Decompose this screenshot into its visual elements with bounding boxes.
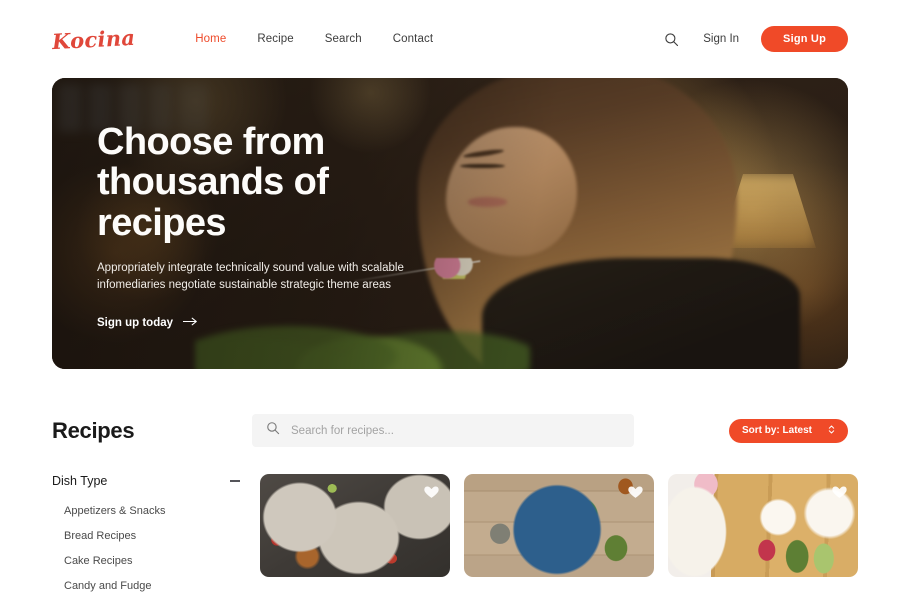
recipe-card-grid xyxy=(256,474,858,605)
recipes-section: Recipes Sort by: Latest Dish Type xyxy=(0,414,900,605)
heart-icon[interactable] xyxy=(423,483,440,500)
filter-group-title: Dish Type xyxy=(52,474,108,488)
sort-dropdown-button[interactable]: Sort by: Latest xyxy=(728,418,848,443)
nav-item-contact[interactable]: Contact xyxy=(393,33,433,45)
minus-icon[interactable] xyxy=(230,480,240,482)
page-title: Recipes xyxy=(52,417,135,443)
recipe-card-image xyxy=(260,474,450,577)
filter-item-appetizers-and-snacks[interactable]: Appetizers & Snacks xyxy=(52,505,256,517)
chevron-updown-icon xyxy=(828,424,835,438)
nav-item-search[interactable]: Search xyxy=(325,33,362,45)
sign-in-link[interactable]: Sign In xyxy=(703,33,739,45)
site-header: Kocina Home Recipe Search Contact Sign I… xyxy=(0,0,900,78)
hero-cta-link[interactable]: Sign up today xyxy=(97,317,198,329)
recipe-card[interactable] xyxy=(668,474,858,577)
filter-group-dish-type[interactable]: Dish Type xyxy=(52,474,256,488)
filter-item-candy-and-fudge[interactable]: Candy and Fudge xyxy=(52,580,256,592)
heart-icon[interactable] xyxy=(627,483,644,500)
filter-item-bread-recipes[interactable]: Bread Recipes xyxy=(52,530,256,542)
sort-label: Sort by: Latest xyxy=(741,425,812,436)
hero-title: Choose from thousands of recipes xyxy=(97,121,329,244)
recipe-card-image xyxy=(464,474,654,577)
main-nav: Home Recipe Search Contact xyxy=(195,33,433,45)
hero-cta-label: Sign up today xyxy=(97,316,174,329)
recipes-body: Dish Type Appetizers & Snacks Bread Reci… xyxy=(52,474,858,605)
recipe-search-bar[interactable] xyxy=(252,414,634,447)
filter-options-list: Appetizers & Snacks Bread Recipes Cake R… xyxy=(52,505,256,592)
hero-subtitle: Appropriately integrate technically soun… xyxy=(97,261,404,292)
sign-up-button[interactable]: Sign Up xyxy=(761,26,848,52)
search-icon[interactable] xyxy=(661,29,681,49)
recipes-toolbar: Recipes Sort by: Latest xyxy=(52,414,848,447)
header-actions: Sign In Sign Up xyxy=(661,26,848,52)
search-input[interactable] xyxy=(291,424,620,437)
arrow-right-icon xyxy=(182,317,198,329)
recipe-card[interactable] xyxy=(260,474,450,577)
nav-item-home[interactable]: Home xyxy=(195,33,226,45)
recipe-card[interactable] xyxy=(464,474,654,577)
hero-content: Choose from thousands of recipes Appropr… xyxy=(97,122,457,331)
nav-item-recipe[interactable]: Recipe xyxy=(257,33,293,45)
hero-banner: Choose from thousands of recipes Appropr… xyxy=(52,78,848,369)
search-icon xyxy=(266,421,280,440)
filter-item-cake-recipes[interactable]: Cake Recipes xyxy=(52,555,256,567)
heart-icon[interactable] xyxy=(831,483,848,500)
site-logo[interactable]: Kocina xyxy=(51,24,135,53)
recipe-card-image xyxy=(668,474,858,577)
filters-sidebar: Dish Type Appetizers & Snacks Bread Reci… xyxy=(52,474,256,605)
